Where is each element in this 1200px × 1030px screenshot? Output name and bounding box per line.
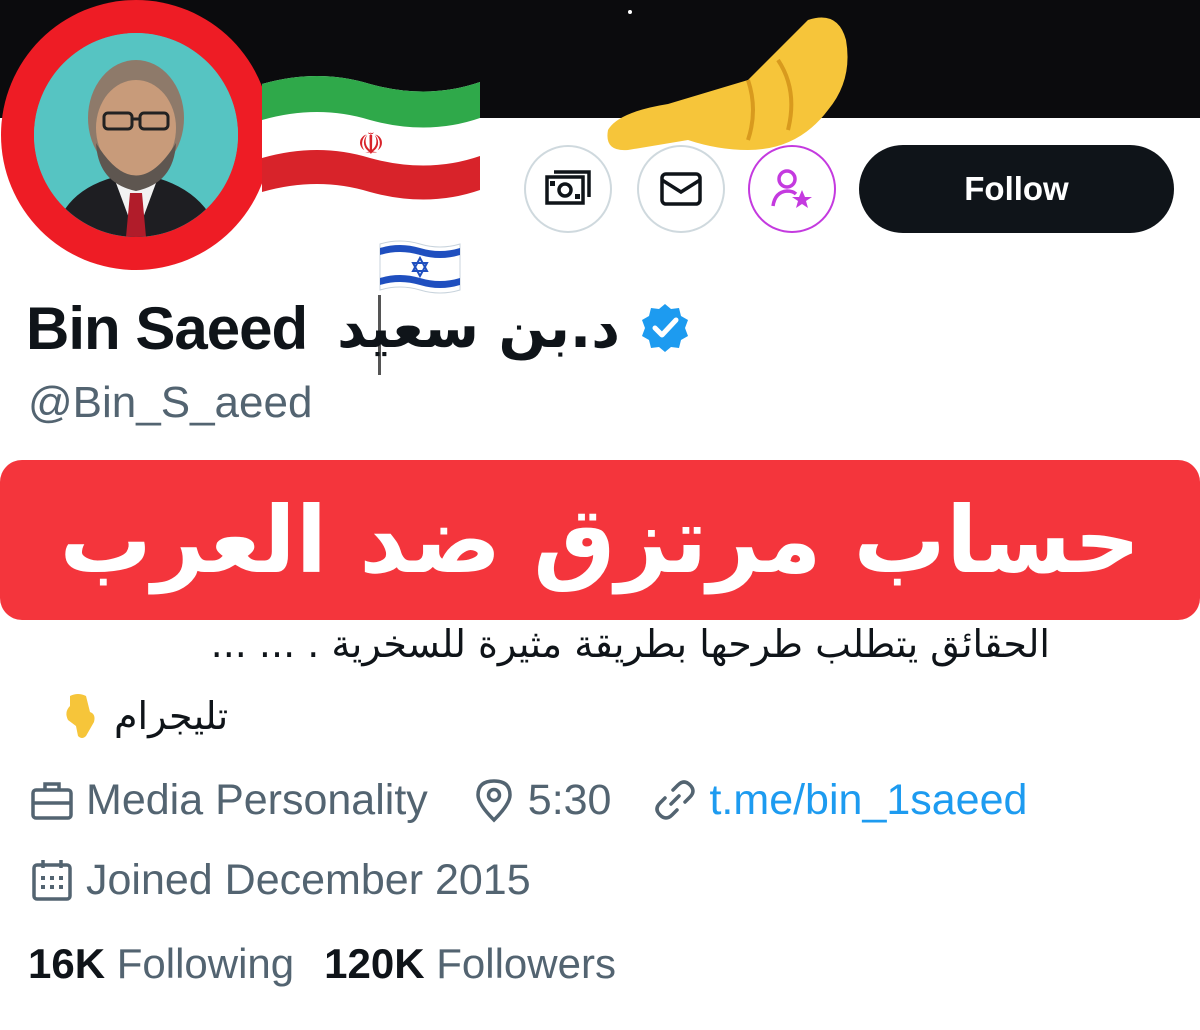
category-text: Media Personality [86, 775, 428, 824]
svg-text:☫: ☫ [358, 127, 385, 162]
briefcase-icon [31, 782, 73, 820]
display-name: Bin Saeed د.بن سعيد [26, 288, 692, 368]
subscribe-icon [771, 169, 812, 208]
iran-flag-icon: ☫ [262, 76, 480, 200]
overlay-banner-text: حساب مرتزق ضد العرب [59, 486, 1141, 594]
profile-handle: @Bin_S_aeed [28, 378, 313, 427]
verified-badge-icon[interactable] [638, 301, 692, 355]
bio-line-1: الحقائق يتطلب طرحها بطريقة مثيرة للسخرية… [210, 622, 1050, 666]
location-pin-icon [476, 779, 512, 823]
message-button[interactable] [637, 145, 725, 233]
followers-link[interactable]: 120K Followers [324, 940, 616, 988]
joined-row: Joined December 2015 [28, 850, 531, 910]
message-icon [660, 172, 702, 206]
followers-count: 120K [324, 940, 425, 987]
joined-item: Joined December 2015 [28, 856, 531, 905]
link-icon [655, 780, 696, 820]
tip-icon [545, 170, 591, 205]
location-item: 5:30 [470, 775, 612, 825]
following-count: 16K [28, 940, 106, 987]
overlay-banner: حساب مرتزق ضد العرب [0, 460, 1200, 620]
follow-button[interactable]: Follow [859, 145, 1174, 233]
avatar-photo [34, 33, 238, 237]
bio-telegram-text: تليجرام [114, 694, 229, 738]
followers-label: Followers [436, 940, 616, 987]
category-item: Media Personality [28, 776, 428, 825]
avatar[interactable] [1, 0, 271, 270]
follow-counts: 16K Following 120K Followers [28, 940, 616, 988]
website-item[interactable]: t.me/bin_1saeed [651, 776, 1027, 825]
tip-button[interactable] [524, 145, 612, 233]
calendar-icon [32, 860, 72, 901]
subscribe-button[interactable] [748, 145, 836, 233]
profile-meta-row: Media Personality 5:30 t.me/bin_1saeed [28, 770, 1027, 830]
following-label: Following [116, 940, 295, 987]
name-arabic: د.بن سعيد [337, 295, 620, 361]
bio-line-2: تليجرام [60, 692, 228, 740]
name-latin: Bin Saeed [26, 294, 308, 362]
website-link[interactable]: t.me/bin_1saeed [709, 776, 1027, 825]
location-text: 5:30 [527, 775, 612, 824]
joined-text: Joined December 2015 [86, 855, 531, 904]
pointing-down-hand-icon [66, 694, 95, 738]
following-link[interactable]: 16K Following [28, 940, 294, 988]
pointing-hand-icon [607, 17, 848, 151]
